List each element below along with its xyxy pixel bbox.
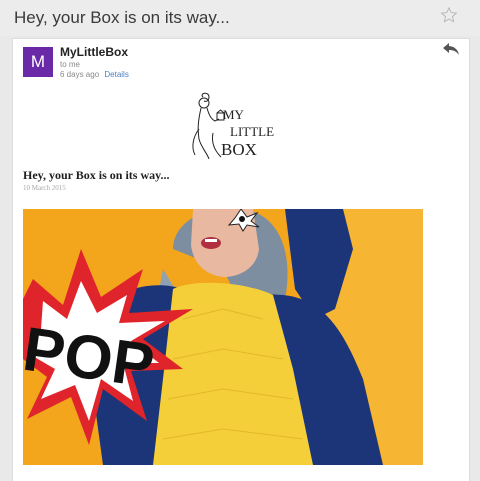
subject-bar: Hey, your Box is on its way...	[0, 0, 480, 36]
sender-avatar: M	[23, 47, 53, 77]
logo-text-little: LITTLE	[230, 124, 274, 139]
message-time: 6 days ago	[60, 70, 100, 79]
logo-text-my: MY	[223, 107, 245, 122]
sender-name[interactable]: MyLittleBox	[60, 45, 128, 59]
email-headline: Hey, your Box is on its way...	[23, 168, 170, 182]
email-subject: Hey, your Box is on its way...	[14, 8, 230, 27]
reply-icon[interactable]	[442, 42, 460, 56]
mylittlebox-logo: MY LITTLE BOX	[192, 92, 274, 160]
star-icon[interactable]	[440, 6, 458, 24]
message-meta: 6 days ago Details	[60, 70, 129, 79]
email-date: 10 March 2015	[23, 184, 66, 192]
hero-image: POP	[23, 209, 423, 465]
details-link[interactable]: Details	[104, 70, 128, 79]
logo-text-box: BOX	[221, 140, 257, 159]
recipient-label: to me	[60, 60, 81, 69]
email-message-card: M MyLittleBox to me 6 days ago Details M…	[12, 38, 470, 481]
